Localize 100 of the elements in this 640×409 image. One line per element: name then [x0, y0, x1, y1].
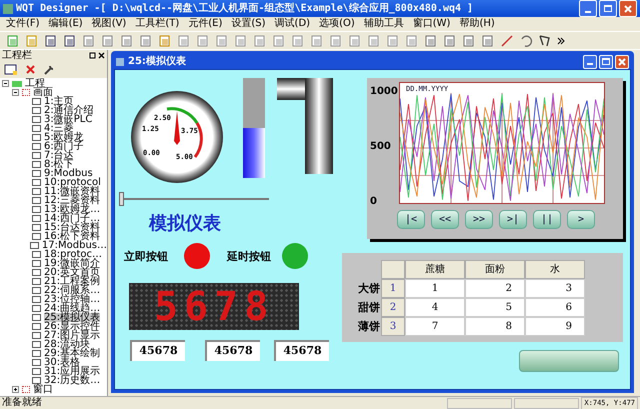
- tree-item[interactable]: 9:Modbus: [44, 169, 93, 178]
- tree-item[interactable]: 1:主页: [44, 97, 74, 106]
- close-button[interactable]: [615, 54, 629, 68]
- tree-item[interactable]: 15:台达资料: [44, 223, 100, 232]
- column-header: 蔗糖: [405, 260, 465, 279]
- tree-item[interactable]: 6:西门子: [44, 142, 84, 151]
- delete-icon[interactable]: [26, 65, 35, 74]
- tree-item[interactable]: 18:protoc…: [44, 250, 102, 259]
- trend-button[interactable]: >: [567, 210, 595, 229]
- lamp-label: 立即按钮: [124, 250, 168, 263]
- tree-item[interactable]: 画面: [33, 88, 53, 97]
- numeric-display: 45678: [205, 340, 260, 361]
- screen-icon: [116, 58, 124, 66]
- tree-item[interactable]: 29:基本绘制: [44, 349, 100, 358]
- toolbar-icon[interactable]: [462, 34, 476, 48]
- tree-item[interactable]: 20:英文首页: [44, 268, 100, 277]
- toolbar-icon[interactable]: [44, 34, 58, 48]
- more-icon[interactable]: [557, 36, 565, 44]
- trend-button[interactable]: >|: [499, 210, 527, 229]
- table-cell: 7: [405, 317, 465, 336]
- trend-button[interactable]: <<: [431, 210, 459, 229]
- tree-item[interactable]: 14:西门子…: [44, 214, 100, 223]
- tree-item[interactable]: 23:位控轴…: [44, 295, 100, 304]
- menu-item[interactable]: 帮助(H): [459, 18, 495, 30]
- menu-item[interactable]: 视图(V): [92, 18, 126, 30]
- row-label: 薄饼: [357, 319, 381, 335]
- slider[interactable]: [119, 192, 269, 206]
- tree-item[interactable]: 3:微嵌PLC: [44, 115, 92, 124]
- tree-item[interactable]: 28:流动块: [44, 340, 90, 349]
- column-header: 面粉: [465, 260, 525, 279]
- tree-item[interactable]: 7:台达: [44, 151, 74, 160]
- menu-item[interactable]: 编辑(E): [48, 18, 83, 30]
- menu-item[interactable]: 文件(F): [6, 18, 40, 30]
- slider-thumb[interactable]: [119, 192, 124, 206]
- tree-item[interactable]: 8:松下: [44, 160, 74, 169]
- tree-item[interactable]: 工程: [25, 79, 45, 88]
- axis-label: 0: [370, 196, 377, 207]
- tree-item[interactable]: 窗口: [33, 385, 53, 394]
- tree-item[interactable]: 19:微嵌简介: [44, 259, 100, 268]
- column-header: [381, 260, 405, 279]
- toolbar-icon[interactable]: [481, 34, 495, 48]
- tree-item[interactable]: 32:历史数…: [44, 376, 100, 385]
- table-cell: 8: [465, 317, 525, 336]
- menu-item[interactable]: 辅助工具: [364, 18, 404, 30]
- toolbar-icon[interactable]: [63, 34, 77, 48]
- tree-item[interactable]: 21:工程案例: [44, 277, 100, 286]
- tree-item[interactable]: 16:松下资料: [44, 232, 100, 241]
- tree-item[interactable]: 2:通信介绍: [44, 106, 94, 115]
- tree-item[interactable]: 31:应用展示: [44, 367, 100, 376]
- tree-item[interactable]: 13:欧姆龙…: [44, 205, 100, 214]
- canvas-button[interactable]: [519, 350, 619, 372]
- trend-button[interactable]: ||: [533, 210, 561, 229]
- pin-icon[interactable]: [89, 52, 96, 59]
- menu-item[interactable]: 调试(D): [274, 18, 310, 30]
- trend-button[interactable]: >>: [465, 210, 493, 229]
- collapse-icon[interactable]: [2, 80, 9, 87]
- menu-item[interactable]: 设置(S): [231, 18, 266, 30]
- toolbar-icon[interactable]: [519, 34, 533, 48]
- tree-item[interactable]: 30:表格: [44, 358, 80, 367]
- wrench-icon[interactable]: [43, 64, 55, 76]
- expand-icon[interactable]: [12, 386, 19, 393]
- tree-item[interactable]: 22:伺服系…: [44, 286, 100, 295]
- heading: 模拟仪表: [149, 213, 221, 235]
- menu-item[interactable]: 工具栏(T): [135, 18, 180, 30]
- minimize-button[interactable]: [583, 54, 597, 68]
- toolbar-icon[interactable]: [538, 34, 552, 48]
- menu-item[interactable]: 选项(O): [319, 18, 355, 30]
- tree-item[interactable]: 10:protocol: [44, 178, 101, 187]
- toolbar-icon[interactable]: [443, 34, 457, 48]
- maximize-button[interactable]: [599, 0, 617, 17]
- close-icon[interactable]: [98, 52, 105, 59]
- minimize-button[interactable]: [579, 0, 597, 17]
- close-icon: [618, 58, 626, 66]
- table-cell: 3: [525, 279, 585, 298]
- table-cell: 6: [525, 298, 585, 317]
- tree-item[interactable]: 17:Modbus…: [42, 241, 107, 250]
- screen-window-title: 25:模拟仪表: [128, 54, 187, 69]
- tree-item[interactable]: 11:微嵌资料: [44, 187, 100, 196]
- maximize-button[interactable]: [599, 54, 613, 68]
- tree-item[interactable]: 26:显示控件: [44, 322, 100, 331]
- row-label: 大饼: [357, 281, 381, 297]
- menu-item[interactable]: 窗口(W): [412, 18, 450, 30]
- close-icon: [624, 4, 632, 12]
- indicator-lamp[interactable]: [184, 243, 210, 269]
- tree-item[interactable]: 27:图片显示: [44, 331, 100, 340]
- toolbar-icon[interactable]: [424, 34, 438, 48]
- collapse-icon[interactable]: [12, 89, 19, 96]
- menu-item[interactable]: 元件(E): [188, 18, 222, 30]
- tree-item[interactable]: 4:三菱: [44, 124, 74, 133]
- app-icon: [3, 4, 13, 14]
- table-cell: 2: [465, 279, 525, 298]
- new-screen-icon[interactable]: [4, 64, 18, 76]
- close-button[interactable]: [619, 0, 637, 17]
- trend-button[interactable]: |<: [397, 210, 425, 229]
- tree-item[interactable]: 24:曲线趋…: [44, 304, 100, 313]
- tree-item[interactable]: 12:三菱资料: [44, 196, 100, 205]
- tree-item[interactable]: 5:欧姆龙: [44, 133, 84, 142]
- tree-item[interactable]: 25:模拟仪表: [44, 313, 100, 322]
- indicator-lamp[interactable]: [282, 243, 308, 269]
- axis-label: 1000: [370, 86, 398, 97]
